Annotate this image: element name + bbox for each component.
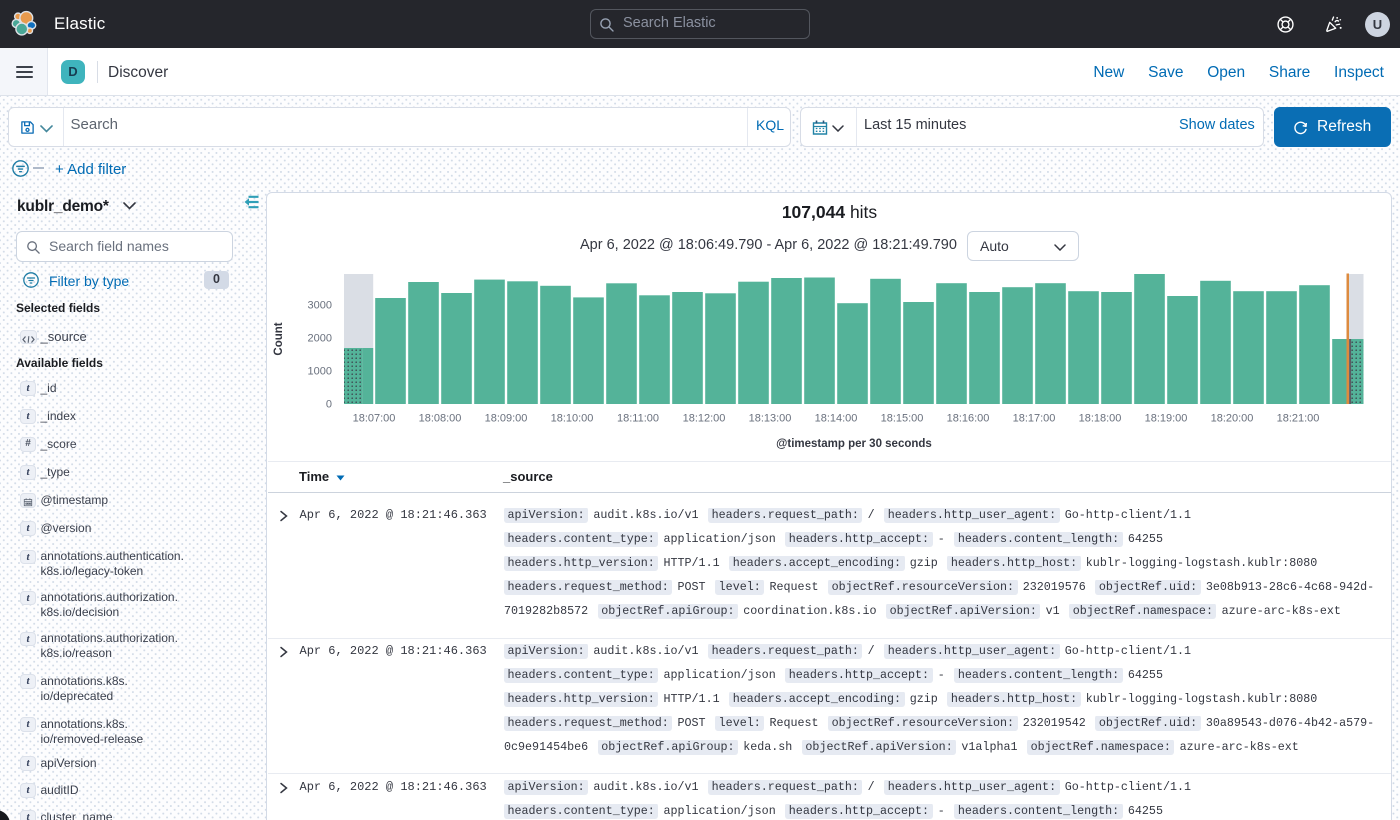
svg-text:18:21:00: 18:21:00 (1277, 413, 1320, 425)
svg-text:18:08:00: 18:08:00 (419, 413, 462, 425)
svg-text:18:14:00: 18:14:00 (815, 413, 858, 425)
svg-text:18:11:00: 18:11:00 (617, 413, 659, 425)
svg-text:18:18:00: 18:18:00 (1079, 413, 1122, 425)
svg-text:18:12:00: 18:12:00 (683, 413, 726, 425)
svg-text:18:15:00: 18:15:00 (881, 413, 924, 425)
svg-text:18:19:00: 18:19:00 (1145, 413, 1188, 425)
svg-text:18:17:00: 18:17:00 (1013, 413, 1056, 425)
svg-text:1000: 1000 (308, 366, 332, 378)
svg-text:18:09:00: 18:09:00 (485, 413, 528, 425)
svg-text:Count: Count (273, 322, 285, 355)
svg-text:3000: 3000 (308, 300, 332, 312)
svg-text:2000: 2000 (308, 333, 332, 345)
svg-text:18:20:00: 18:20:00 (1211, 413, 1254, 425)
svg-text:18:13:00: 18:13:00 (749, 413, 792, 425)
svg-text:18:16:00: 18:16:00 (947, 413, 990, 425)
svg-text:@timestamp per 30 seconds: @timestamp per 30 seconds (776, 438, 932, 450)
svg-text:0: 0 (326, 399, 332, 411)
svg-text:18:10:00: 18:10:00 (551, 413, 594, 425)
svg-text:18:07:00: 18:07:00 (353, 413, 396, 425)
